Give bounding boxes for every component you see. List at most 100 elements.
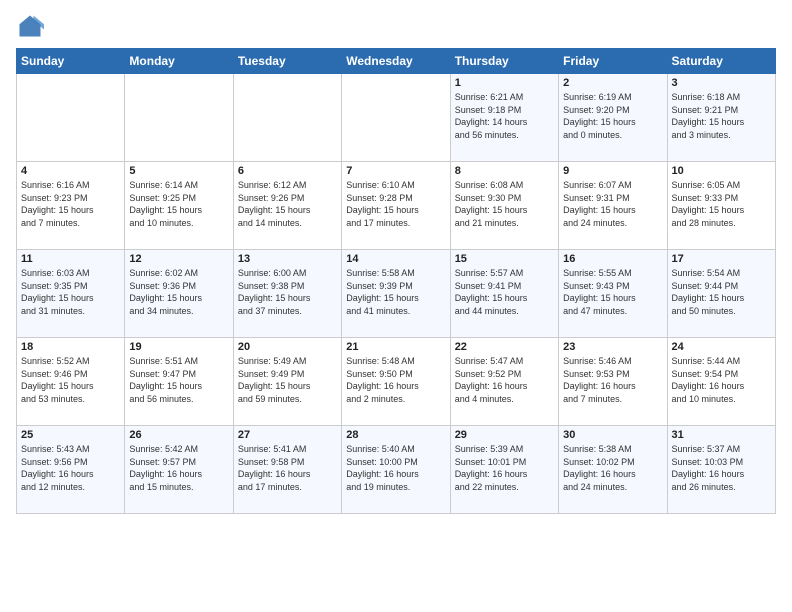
cell-info: Sunrise: 5:54 AM Sunset: 9:44 PM Dayligh… [672,267,771,317]
calendar-cell: 9 Sunrise: 6:07 AM Sunset: 9:31 PM Daylig… [559,162,667,250]
cell-info: Sunrise: 6:12 AM Sunset: 9:26 PM Dayligh… [238,179,337,229]
cell-day-number: 6 [238,165,337,177]
cell-day-number: 12 [129,253,228,265]
cell-info: Sunrise: 5:51 AM Sunset: 9:47 PM Dayligh… [129,355,228,405]
calendar-cell: 6 Sunrise: 6:12 AM Sunset: 9:26 PM Daylig… [233,162,341,250]
calendar-cell: 31Sunrise: 5:37 AM Sunset: 10:03 PM Dayl… [667,426,775,514]
cell-day-number: 24 [672,341,771,353]
calendar-table: SundayMondayTuesdayWednesdayThursdayFrid… [16,48,776,514]
cell-day-number: 23 [563,341,662,353]
cell-day-number: 2 [563,77,662,89]
calendar-cell: 2 Sunrise: 6:19 AM Sunset: 9:20 PM Daylig… [559,74,667,162]
cell-day-number: 8 [455,165,554,177]
calendar-cell: 3Sunrise: 6:18 AM Sunset: 9:21 PM Daylig… [667,74,775,162]
cell-info: Sunrise: 6:08 AM Sunset: 9:30 PM Dayligh… [455,179,554,229]
cell-day-number: 16 [563,253,662,265]
cell-info: Sunrise: 5:41 AM Sunset: 9:58 PM Dayligh… [238,443,337,493]
cell-info: Sunrise: 5:44 AM Sunset: 9:54 PM Dayligh… [672,355,771,405]
cell-info: Sunrise: 5:58 AM Sunset: 9:39 PM Dayligh… [346,267,445,317]
calendar-cell: 12 Sunrise: 6:02 AM Sunset: 9:36 PM Dayli… [125,250,233,338]
cell-day-number: 27 [238,429,337,441]
cell-info: Sunrise: 6:14 AM Sunset: 9:25 PM Dayligh… [129,179,228,229]
cell-day-number: 28 [346,429,445,441]
cell-info: Sunrise: 6:16 AM Sunset: 9:23 PM Dayligh… [21,179,120,229]
calendar-cell: 14 Sunrise: 5:58 AM Sunset: 9:39 PM Dayli… [342,250,450,338]
cell-info: Sunrise: 5:38 AM Sunset: 10:02 PM Daylig… [563,443,662,493]
week-row-3: 11Sunrise: 6:03 AM Sunset: 9:35 PM Dayli… [17,250,776,338]
cell-info: Sunrise: 6:21 AM Sunset: 9:18 PM Dayligh… [455,91,554,141]
week-row-4: 18 Sunrise: 5:52 AM Sunset: 9:46 PM Dayli… [17,338,776,426]
calendar-cell [233,74,341,162]
calendar-cell: 22Sunrise: 5:47 AM Sunset: 9:52 PM Dayli… [450,338,558,426]
logo [16,12,48,40]
cell-day-number: 21 [346,341,445,353]
cell-day-number: 22 [455,341,554,353]
cell-day-number: 14 [346,253,445,265]
calendar-cell: 20 Sunrise: 5:49 AM Sunset: 9:49 PM Dayli… [233,338,341,426]
col-header-thursday: Thursday [450,49,558,74]
calendar-cell: 30 Sunrise: 5:38 AM Sunset: 10:02 PM Dayl… [559,426,667,514]
calendar-header: SundayMondayTuesdayWednesdayThursdayFrid… [17,49,776,74]
cell-day-number: 20 [238,341,337,353]
cell-day-number: 1 [455,77,554,89]
calendar-cell [342,74,450,162]
week-row-1: 1 Sunrise: 6:21 AM Sunset: 9:18 PM Daylig… [17,74,776,162]
cell-day-number: 3 [672,77,771,89]
cell-day-number: 17 [672,253,771,265]
cell-info: Sunrise: 6:00 AM Sunset: 9:38 PM Dayligh… [238,267,337,317]
calendar-cell: 11Sunrise: 6:03 AM Sunset: 9:35 PM Dayli… [17,250,125,338]
logo-icon [16,12,44,40]
cell-day-number: 18 [21,341,120,353]
cell-info: Sunrise: 5:49 AM Sunset: 9:49 PM Dayligh… [238,355,337,405]
cell-day-number: 30 [563,429,662,441]
cell-info: Sunrise: 5:52 AM Sunset: 9:46 PM Dayligh… [21,355,120,405]
cell-day-number: 5 [129,165,228,177]
calendar-cell [17,74,125,162]
cell-info: Sunrise: 5:43 AM Sunset: 9:56 PM Dayligh… [21,443,120,493]
cell-info: Sunrise: 6:05 AM Sunset: 9:33 PM Dayligh… [672,179,771,229]
week-row-5: 25 Sunrise: 5:43 AM Sunset: 9:56 PM Dayli… [17,426,776,514]
page: SundayMondayTuesdayWednesdayThursdayFrid… [0,0,792,612]
cell-info: Sunrise: 5:39 AM Sunset: 10:01 PM Daylig… [455,443,554,493]
cell-day-number: 13 [238,253,337,265]
cell-info: Sunrise: 5:46 AM Sunset: 9:53 PM Dayligh… [563,355,662,405]
calendar-cell [125,74,233,162]
cell-day-number: 7 [346,165,445,177]
cell-day-number: 31 [672,429,771,441]
cell-info: Sunrise: 5:40 AM Sunset: 10:00 PM Daylig… [346,443,445,493]
header [16,12,776,40]
calendar-cell: 15Sunrise: 5:57 AM Sunset: 9:41 PM Dayli… [450,250,558,338]
col-header-tuesday: Tuesday [233,49,341,74]
header-row: SundayMondayTuesdayWednesdayThursdayFrid… [17,49,776,74]
cell-info: Sunrise: 6:10 AM Sunset: 9:28 PM Dayligh… [346,179,445,229]
calendar-cell: 19Sunrise: 5:51 AM Sunset: 9:47 PM Dayli… [125,338,233,426]
calendar-cell: 18 Sunrise: 5:52 AM Sunset: 9:46 PM Dayli… [17,338,125,426]
calendar-cell: 4 Sunrise: 6:16 AM Sunset: 9:23 PM Daylig… [17,162,125,250]
col-header-saturday: Saturday [667,49,775,74]
calendar-cell: 25 Sunrise: 5:43 AM Sunset: 9:56 PM Dayli… [17,426,125,514]
calendar-cell: 23 Sunrise: 5:46 AM Sunset: 9:53 PM Dayli… [559,338,667,426]
calendar-cell: 1 Sunrise: 6:21 AM Sunset: 9:18 PM Daylig… [450,74,558,162]
col-header-friday: Friday [559,49,667,74]
calendar-cell: 8 Sunrise: 6:08 AM Sunset: 9:30 PM Daylig… [450,162,558,250]
cell-info: Sunrise: 5:42 AM Sunset: 9:57 PM Dayligh… [129,443,228,493]
calendar-cell: 28 Sunrise: 5:40 AM Sunset: 10:00 PM Dayl… [342,426,450,514]
col-header-sunday: Sunday [17,49,125,74]
cell-info: Sunrise: 6:19 AM Sunset: 9:20 PM Dayligh… [563,91,662,141]
cell-info: Sunrise: 5:55 AM Sunset: 9:43 PM Dayligh… [563,267,662,317]
calendar-cell: 7 Sunrise: 6:10 AM Sunset: 9:28 PM Daylig… [342,162,450,250]
cell-info: Sunrise: 5:57 AM Sunset: 9:41 PM Dayligh… [455,267,554,317]
cell-info: Sunrise: 6:07 AM Sunset: 9:31 PM Dayligh… [563,179,662,229]
calendar-cell: 29 Sunrise: 5:39 AM Sunset: 10:01 PM Dayl… [450,426,558,514]
cell-day-number: 10 [672,165,771,177]
cell-day-number: 29 [455,429,554,441]
cell-day-number: 25 [21,429,120,441]
calendar-body: 1 Sunrise: 6:21 AM Sunset: 9:18 PM Daylig… [17,74,776,514]
cell-info: Sunrise: 5:48 AM Sunset: 9:50 PM Dayligh… [346,355,445,405]
cell-info: Sunrise: 6:02 AM Sunset: 9:36 PM Dayligh… [129,267,228,317]
calendar-cell: 16 Sunrise: 5:55 AM Sunset: 9:43 PM Dayli… [559,250,667,338]
cell-day-number: 4 [21,165,120,177]
calendar-cell: 17 Sunrise: 5:54 AM Sunset: 9:44 PM Dayli… [667,250,775,338]
calendar-cell: 5 Sunrise: 6:14 AM Sunset: 9:25 PM Daylig… [125,162,233,250]
cell-day-number: 9 [563,165,662,177]
